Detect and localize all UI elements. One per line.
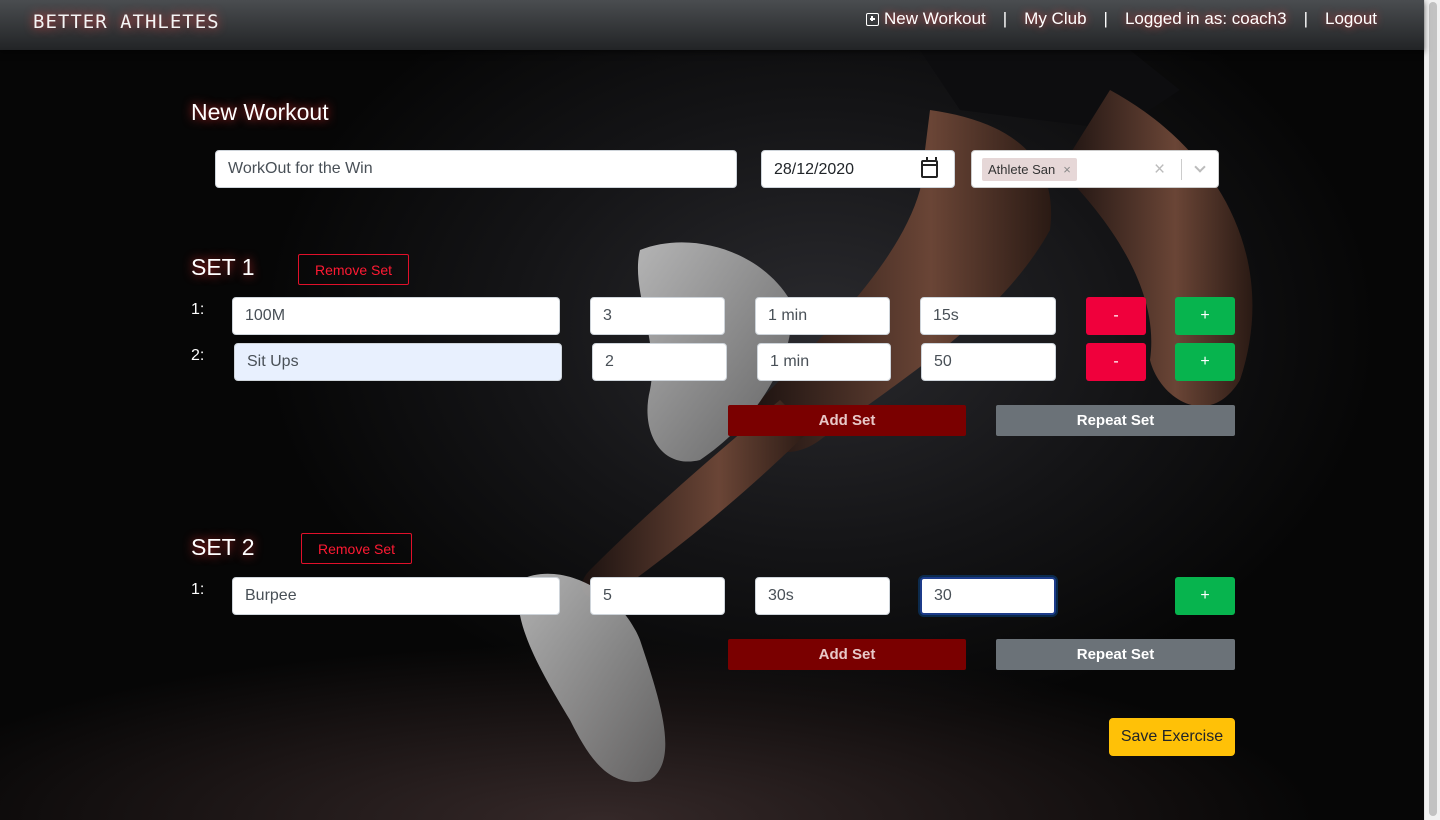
add-exercise-button[interactable]: + (1175, 343, 1235, 381)
add-set-button[interactable]: Add Set (728, 639, 966, 670)
select-separator (1181, 159, 1182, 180)
logged-in-user: Logged in as: coach3 (1124, 9, 1287, 28)
row-label: 1: (191, 301, 205, 318)
reps-input[interactable] (592, 343, 727, 381)
nav-separator: | (1303, 9, 1308, 28)
exercise-input[interactable] (232, 297, 560, 335)
page-scrollbar[interactable] (1424, 0, 1440, 820)
reps-input[interactable] (590, 297, 725, 335)
athlete-chip: Athlete San × (982, 158, 1077, 181)
amount-input[interactable] (920, 297, 1056, 335)
add-set-button[interactable]: Add Set (728, 405, 966, 436)
amount-input[interactable] (920, 577, 1056, 615)
remove-exercise-button[interactable]: - (1086, 343, 1146, 381)
rest-input[interactable] (755, 577, 890, 615)
scrollbar-thumb[interactable] (1429, 2, 1437, 816)
rest-input[interactable] (755, 297, 890, 335)
nav-separator: | (1002, 9, 1008, 28)
top-navbar: BETTER ATHLETES New Workout | My Club | … (0, 0, 1424, 50)
set-title: SET 2 (191, 534, 255, 560)
add-exercise-button[interactable]: + (1175, 297, 1235, 335)
athlete-multi-select[interactable]: Athlete San × × (971, 150, 1219, 188)
chip-remove-icon[interactable]: × (1063, 162, 1071, 177)
new-workout-link[interactable]: New Workout (866, 9, 986, 29)
plus-square-icon (866, 12, 880, 26)
my-club-link[interactable]: My Club (1024, 9, 1086, 29)
athlete-chip-label: Athlete San (988, 162, 1056, 177)
exercise-input[interactable] (232, 577, 560, 615)
date-value: 28/12/2020 (774, 161, 855, 178)
repeat-set-button[interactable]: Repeat Set (996, 405, 1235, 436)
row-label: 2: (191, 347, 205, 364)
add-exercise-button[interactable]: + (1175, 577, 1235, 615)
page-title: New Workout (191, 99, 329, 125)
workout-date-input[interactable]: 28/12/2020 (761, 150, 955, 188)
remove-set-button[interactable]: Remove Set (301, 533, 413, 564)
amount-input[interactable] (921, 343, 1056, 381)
new-workout-label: New Workout (884, 9, 986, 28)
chevron-down-icon[interactable] (1194, 161, 1206, 173)
remove-exercise-button[interactable]: - (1086, 297, 1146, 335)
clear-icon[interactable]: × (1154, 159, 1165, 181)
row-label: 1: (191, 581, 205, 598)
calendar-icon[interactable] (921, 157, 938, 178)
set-title: SET 1 (191, 254, 255, 280)
reps-input[interactable] (590, 577, 725, 615)
save-exercise-button[interactable]: Save Exercise (1109, 718, 1235, 756)
nav-links: New Workout | My Club | Logged in as: co… (866, 9, 1377, 29)
repeat-set-button[interactable]: Repeat Set (996, 639, 1235, 670)
workout-name-input[interactable] (215, 150, 737, 188)
exercise-input[interactable] (234, 343, 562, 381)
logout-link[interactable]: Logout (1325, 9, 1377, 29)
brand-logo[interactable]: BETTER ATHLETES (33, 11, 220, 33)
remove-set-button[interactable]: Remove Set (298, 254, 410, 285)
nav-separator: | (1103, 9, 1108, 28)
rest-input[interactable] (757, 343, 891, 381)
